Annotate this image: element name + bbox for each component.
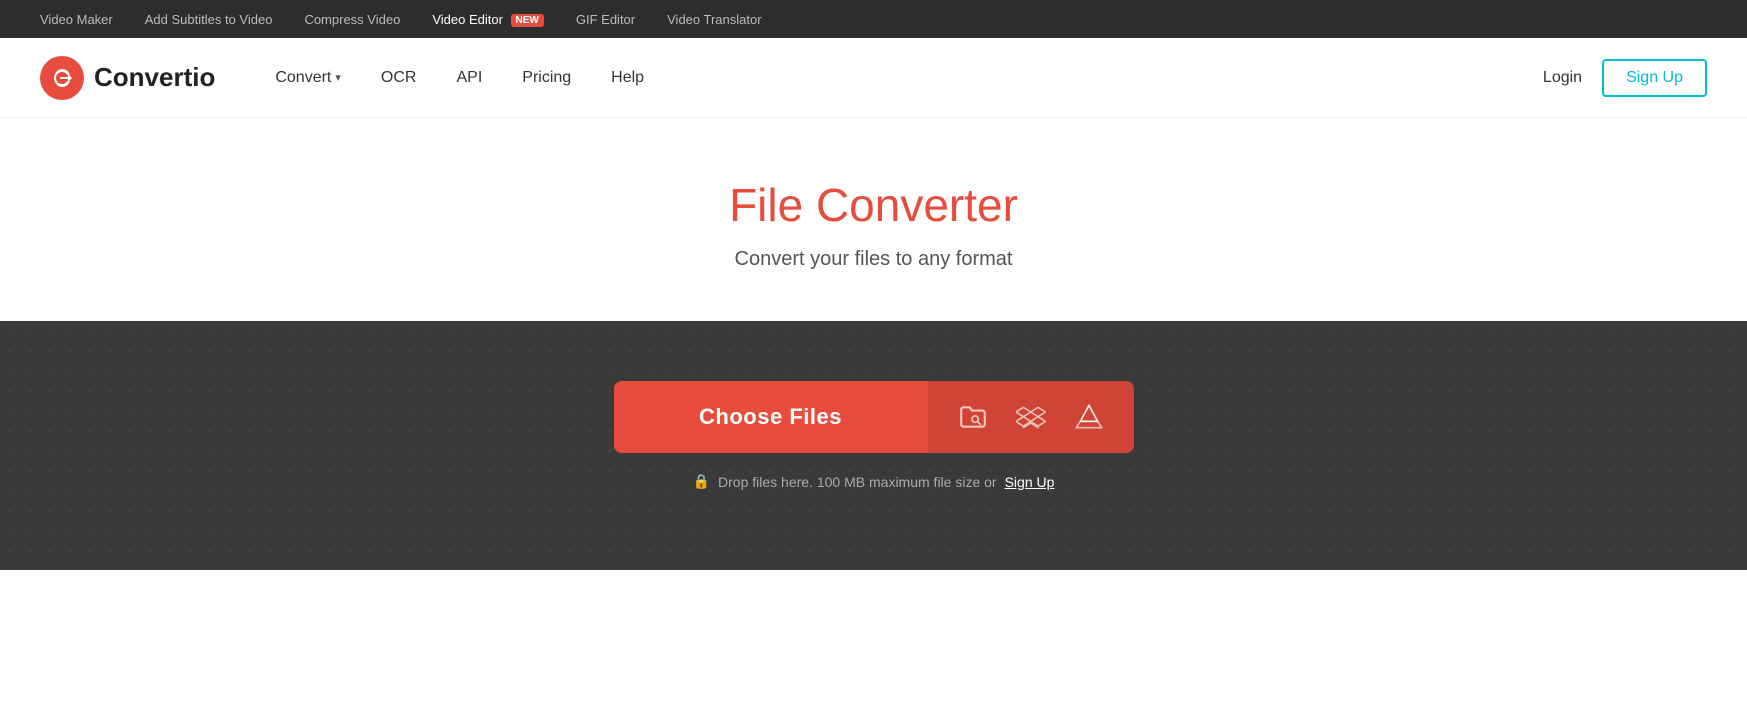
topbar-item-compress-video[interactable]: Compress Video: [304, 12, 400, 27]
hero-subtitle: Convert your files to any format: [20, 248, 1727, 271]
topbar-item-video-translator[interactable]: Video Translator: [667, 12, 761, 27]
nav-item-api[interactable]: API: [456, 69, 482, 87]
nav-item-ocr[interactable]: OCR: [381, 69, 417, 87]
drop-signup-link[interactable]: Sign Up: [1005, 474, 1055, 490]
header-actions: Login Sign Up: [1543, 59, 1707, 97]
top-bar: Video Maker Add Subtitles to Video Compr…: [0, 0, 1747, 38]
main-header: Convertio Convert ▾ OCR API Pricing Help…: [0, 38, 1747, 118]
upload-area[interactable]: Choose Files: [614, 381, 1134, 453]
google-drive-icon: [1074, 402, 1104, 432]
logo-link[interactable]: Convertio: [40, 56, 215, 100]
new-badge: NEW: [511, 14, 544, 27]
topbar-item-gif-editor[interactable]: GIF Editor: [576, 12, 635, 27]
lock-icon: 🔒: [693, 473, 710, 490]
topbar-item-video-editor[interactable]: Video Editor NEW: [432, 12, 544, 27]
drop-info-text: Drop files here. 100 MB maximum file siz…: [718, 474, 997, 490]
nav-item-convert[interactable]: Convert ▾: [275, 69, 341, 87]
hero-section: File Converter Convert your files to any…: [0, 118, 1747, 321]
hero-title: File Converter: [20, 178, 1727, 232]
google-drive-icon-button[interactable]: [1060, 381, 1118, 453]
chevron-down-icon: ▾: [335, 71, 341, 84]
dropbox-icon-button[interactable]: [1002, 381, 1060, 453]
main-nav: Convert ▾ OCR API Pricing Help: [275, 69, 1543, 87]
choose-files-button[interactable]: Choose Files: [614, 381, 928, 453]
topbar-item-video-maker[interactable]: Video Maker: [40, 12, 113, 27]
logo-icon: [40, 56, 84, 100]
nav-item-pricing[interactable]: Pricing: [522, 69, 571, 87]
drop-info: 🔒 Drop files here. 100 MB maximum file s…: [693, 473, 1055, 490]
logo-text: Convertio: [94, 62, 215, 93]
login-button[interactable]: Login: [1543, 69, 1582, 87]
nav-item-help[interactable]: Help: [611, 69, 644, 87]
signup-button[interactable]: Sign Up: [1602, 59, 1707, 97]
dropbox-icon: [1016, 402, 1046, 432]
upload-section: Choose Files: [0, 321, 1747, 570]
browse-files-icon-button[interactable]: [944, 381, 1002, 453]
upload-icons-group: [928, 381, 1134, 453]
folder-search-icon: [958, 402, 988, 432]
topbar-item-add-subtitles[interactable]: Add Subtitles to Video: [145, 12, 273, 27]
